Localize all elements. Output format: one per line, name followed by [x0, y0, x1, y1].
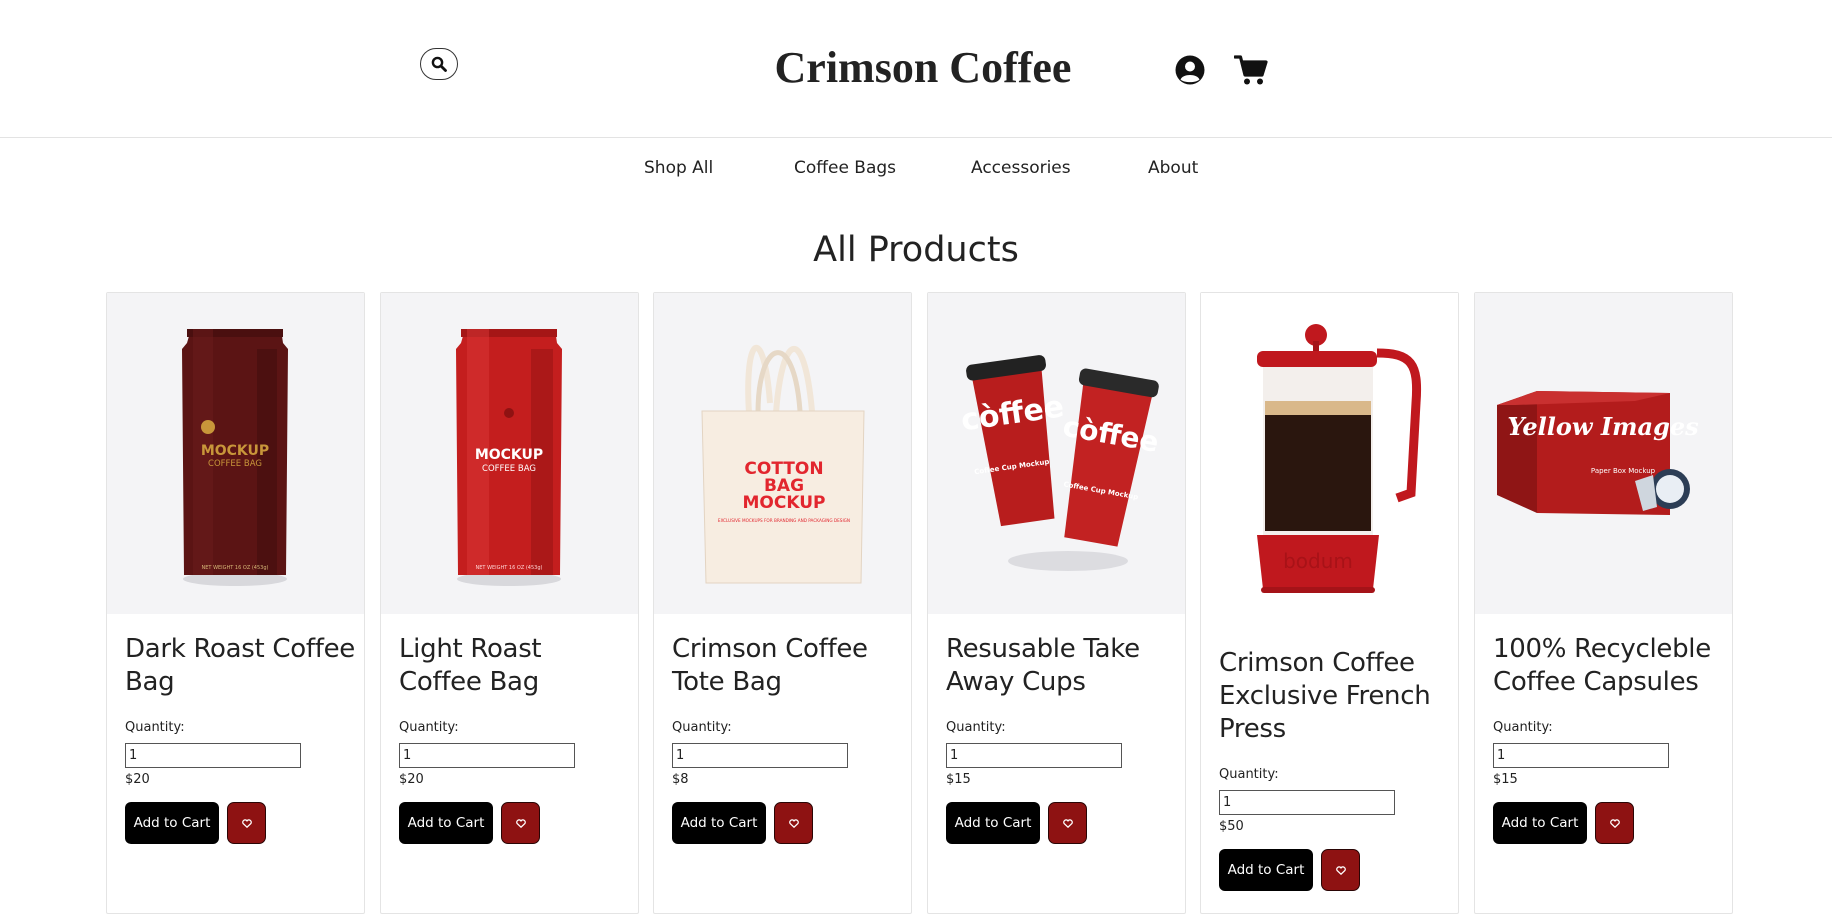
product-card: MOCKUP COFFEE BAG NET WEIGHT 16 OZ (453g…: [380, 292, 639, 914]
product-card: bodum Crimson Coffee Exclusive French Pr…: [1200, 292, 1459, 914]
product-card: COTTON BAG MOCKUP EXCLUSIVE MOCKUPS FOR …: [653, 292, 912, 914]
quantity-label: Quantity:: [1219, 767, 1279, 782]
card-actions: Add to Cart: [1219, 849, 1449, 891]
quantity-label: Quantity:: [125, 720, 185, 735]
product-details: Quantity: $15 Add to Cart: [946, 720, 1176, 844]
page-title: All Products: [813, 230, 1019, 270]
svg-text:MOCKUP: MOCKUP: [743, 493, 826, 513]
svg-text:MOCKUP: MOCKUP: [201, 443, 269, 459]
card-actions: Add to Cart: [672, 802, 902, 844]
product-price: $15: [946, 772, 971, 787]
product-image[interactable]: MOCKUP COFFEE BAG NET WEIGHT 16 OZ (453g…: [381, 293, 638, 614]
product-price: $8: [672, 772, 689, 787]
svg-text:còffee: còffee: [959, 389, 1066, 438]
product-image[interactable]: Yellow Images Paper Box Mockup: [1475, 293, 1732, 614]
heart-icon: [241, 818, 252, 828]
product-name: Light Roast Coffee Bag: [399, 634, 542, 697]
svg-text:EXCLUSIVE MOCKUPS FOR BRANDING: EXCLUSIVE MOCKUPS FOR BRANDING AND PACKA…: [718, 518, 850, 523]
product-name: Resusable Take Away Cups: [946, 634, 1140, 697]
quantity-input[interactable]: [1219, 790, 1395, 815]
quantity-label: Quantity:: [946, 720, 1006, 735]
heart-icon: [1609, 818, 1620, 828]
product-name: 100% Recycleble Coffee Capsules: [1493, 634, 1711, 697]
quantity-input[interactable]: [399, 743, 575, 768]
svg-text:NET WEIGHT 16 OZ (453g): NET WEIGHT 16 OZ (453g): [476, 565, 543, 571]
svg-text:Paper Box Mockup: Paper Box Mockup: [1591, 467, 1656, 475]
product-price: $20: [399, 772, 424, 787]
product-details: Quantity: $8 Add to Cart: [672, 720, 902, 844]
product-details: Quantity: $15 Add to Cart: [1493, 720, 1723, 844]
shopping-cart-icon[interactable]: [1234, 54, 1268, 86]
quantity-input[interactable]: [125, 743, 301, 768]
product-details: Quantity: $20 Add to Cart: [125, 720, 355, 844]
add-to-cart-button[interactable]: Add to Cart: [399, 802, 493, 844]
product-card: MOCKUP COFFEE BAG NET WEIGHT 16 OZ (453g…: [106, 292, 365, 914]
quantity-label: Quantity:: [399, 720, 459, 735]
card-actions: Add to Cart: [1493, 802, 1723, 844]
product-image[interactable]: COTTON BAG MOCKUP EXCLUSIVE MOCKUPS FOR …: [654, 293, 911, 614]
quantity-input[interactable]: [946, 743, 1122, 768]
site-header: Crimson Coffee: [0, 0, 1832, 138]
product-image[interactable]: MOCKUP COFFEE BAG NET WEIGHT 16 OZ (453g…: [107, 293, 364, 614]
favorite-button[interactable]: [227, 802, 266, 844]
quantity-label: Quantity:: [1493, 720, 1553, 735]
favorite-button[interactable]: [501, 802, 540, 844]
svg-text:NET WEIGHT 16 OZ (453g): NET WEIGHT 16 OZ (453g): [202, 565, 269, 571]
svg-text:Yellow Images: Yellow Images: [1507, 412, 1699, 441]
quantity-input[interactable]: [1493, 743, 1669, 768]
nav-about[interactable]: About: [1148, 158, 1198, 178]
product-card: Yellow Images Paper Box Mockup 100% Recy…: [1474, 292, 1733, 914]
card-actions: Add to Cart: [399, 802, 629, 844]
heart-icon: [1335, 865, 1346, 875]
add-to-cart-button[interactable]: Add to Cart: [1219, 849, 1313, 891]
product-price: $50: [1219, 819, 1244, 834]
product-details: Quantity: $20 Add to Cart: [399, 720, 629, 844]
quantity-label: Quantity:: [672, 720, 732, 735]
product-price: $20: [125, 772, 150, 787]
add-to-cart-button[interactable]: Add to Cart: [125, 802, 219, 844]
heart-icon: [515, 818, 526, 828]
svg-text:COFFEE BAG: COFFEE BAG: [482, 464, 536, 474]
svg-text:COFFEE BAG: COFFEE BAG: [208, 459, 262, 469]
product-price: $15: [1493, 772, 1518, 787]
product-name: Crimson Coffee Tote Bag: [672, 634, 868, 697]
svg-text:MOCKUP: MOCKUP: [475, 447, 543, 463]
product-details: Quantity: $50 Add to Cart: [1219, 767, 1449, 891]
add-to-cart-button[interactable]: Add to Cart: [672, 802, 766, 844]
favorite-button[interactable]: [1321, 849, 1360, 891]
product-image[interactable]: còffee Coffee Cup Mockup còffee Coffee C…: [928, 293, 1185, 614]
heart-icon: [788, 818, 799, 828]
favorite-button[interactable]: [1048, 802, 1087, 844]
product-card: còffee Coffee Cup Mockup còffee Coffee C…: [927, 292, 1186, 914]
account-circle-icon[interactable]: [1175, 55, 1205, 85]
card-actions: Add to Cart: [125, 802, 355, 844]
heart-icon: [1062, 818, 1073, 828]
add-to-cart-button[interactable]: Add to Cart: [1493, 802, 1587, 844]
favorite-button[interactable]: [1595, 802, 1634, 844]
card-actions: Add to Cart: [946, 802, 1176, 844]
product-name: Crimson Coffee Exclusive French Press: [1219, 648, 1431, 744]
add-to-cart-button[interactable]: Add to Cart: [946, 802, 1040, 844]
quantity-input[interactable]: [672, 743, 848, 768]
main-nav: Shop All Coffee Bags Accessories About: [0, 158, 1832, 184]
brand-logo[interactable]: Crimson Coffee: [0, 42, 1832, 93]
nav-shop-all[interactable]: Shop All: [644, 158, 713, 178]
favorite-button[interactable]: [774, 802, 813, 844]
product-name: Dark Roast Coffee Bag: [125, 634, 355, 697]
product-image[interactable]: bodum: [1201, 293, 1458, 614]
svg-text:bodum: bodum: [1283, 549, 1353, 573]
nav-coffee-bags[interactable]: Coffee Bags: [794, 158, 896, 178]
nav-accessories[interactable]: Accessories: [971, 158, 1071, 178]
